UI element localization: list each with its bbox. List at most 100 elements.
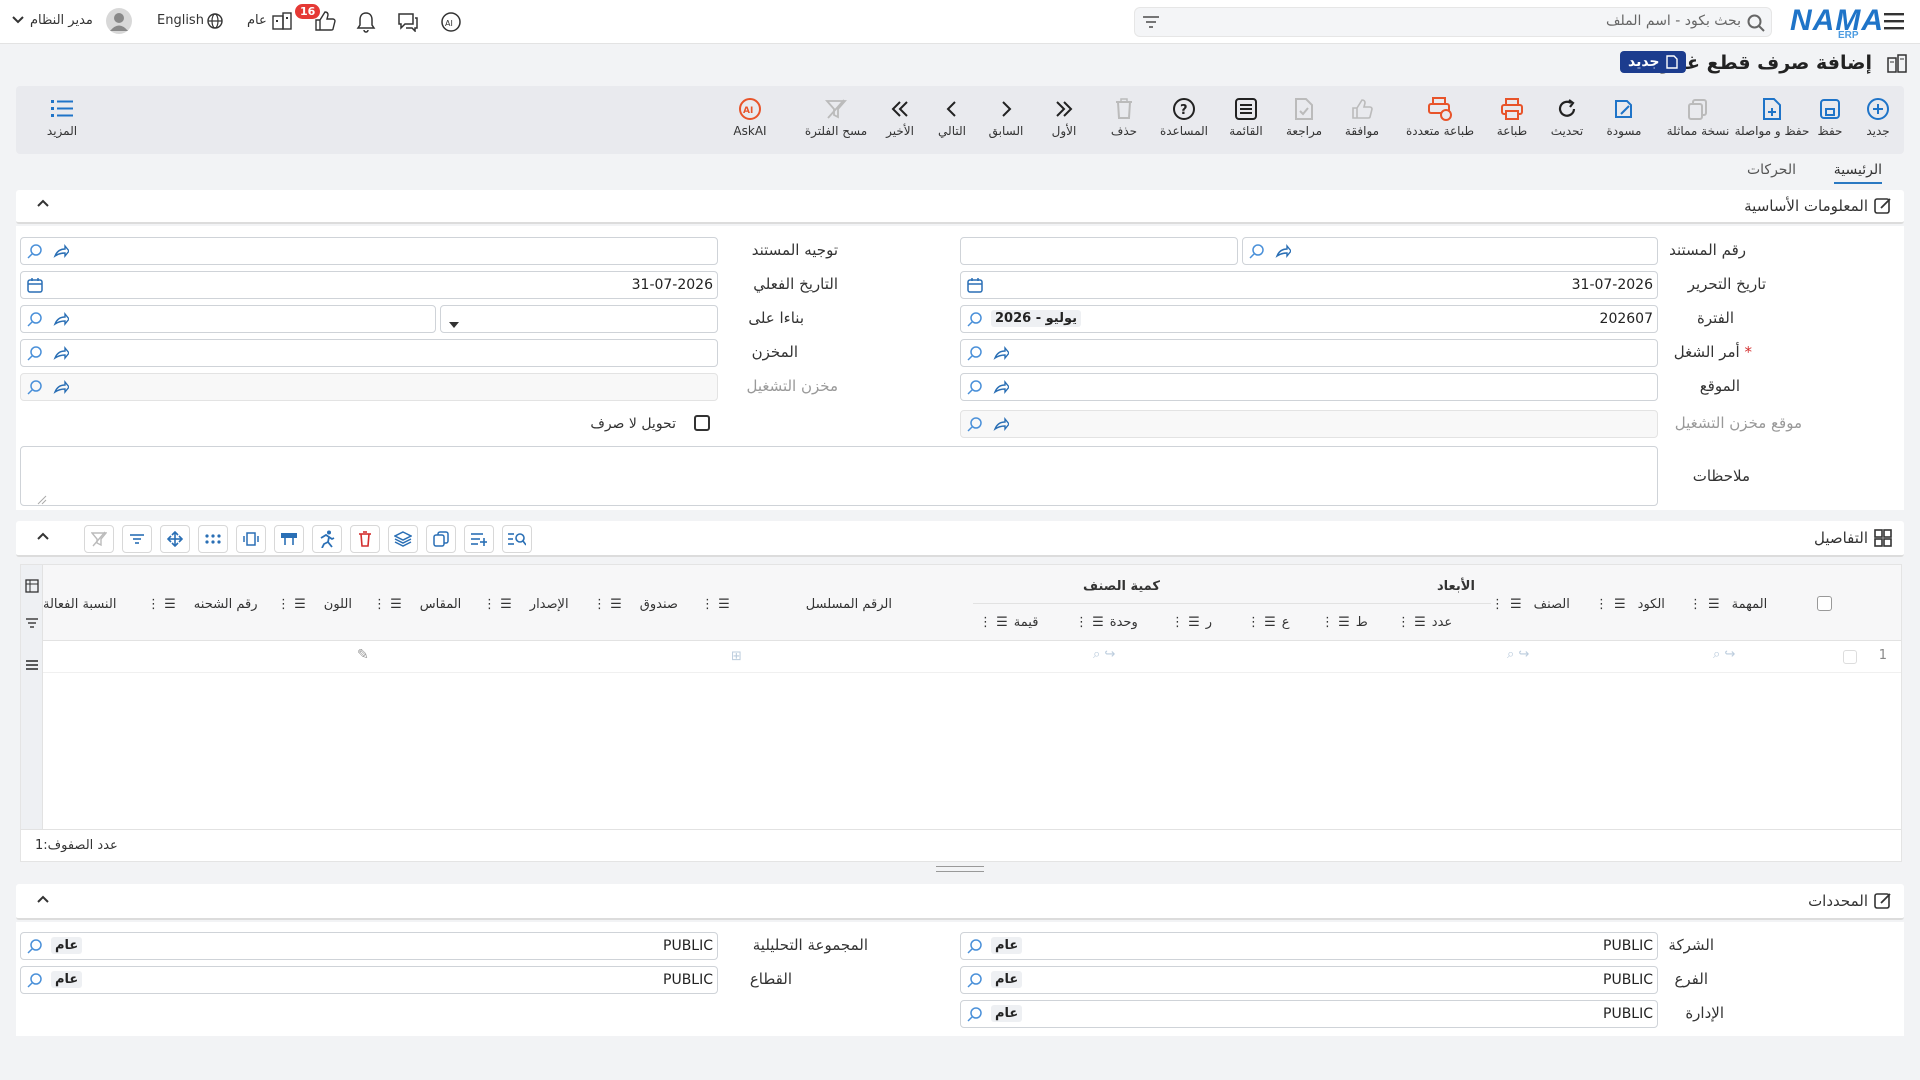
print-button[interactable]: طباعة xyxy=(1480,86,1544,154)
globe-icon[interactable] xyxy=(207,13,223,29)
based-on-select[interactable] xyxy=(440,305,718,333)
basic-info-header[interactable]: المعلومات الأساسية xyxy=(16,190,1904,224)
share-arrow-icon[interactable] xyxy=(993,379,1009,395)
clear-filter-button[interactable]: مسح الفلترة xyxy=(804,86,868,154)
avatar[interactable] xyxy=(106,8,132,34)
search-refresh-icon[interactable] xyxy=(967,972,983,992)
calendar-icon[interactable] xyxy=(967,277,983,297)
serial-grid-icon[interactable]: ⊞ xyxy=(731,649,742,664)
search-refresh-icon[interactable] xyxy=(967,379,983,395)
approve-button[interactable]: موافقة xyxy=(1330,86,1394,154)
first-button[interactable]: الأول xyxy=(1032,86,1096,154)
color-pencil-icon[interactable]: ✎ xyxy=(357,647,369,663)
share-arrow-icon[interactable] xyxy=(993,345,1009,361)
col-size[interactable]: ⋮ ☰ المقاس xyxy=(373,597,461,612)
help-button[interactable]: ? المساعدة xyxy=(1152,86,1216,154)
filter-icon[interactable]: ☰ xyxy=(1708,597,1720,612)
nama-logo[interactable]: NAMA ERP xyxy=(1790,4,1884,41)
search-refresh-icon[interactable] xyxy=(967,416,983,432)
share-arrow-icon[interactable] xyxy=(53,243,69,259)
col-length[interactable]: ⋮ ☰ ط xyxy=(1321,615,1368,630)
grid-run-button[interactable] xyxy=(312,525,342,553)
notes-textarea[interactable] xyxy=(20,446,1658,506)
grid-clear-filter-button[interactable] xyxy=(84,525,114,553)
search-refresh-icon[interactable] xyxy=(27,243,43,259)
columns-toggle-icon[interactable] xyxy=(25,579,39,597)
row-menu-icon[interactable] xyxy=(25,659,39,675)
search-refresh-icon[interactable] xyxy=(27,345,43,361)
op-location-input[interactable] xyxy=(960,410,1658,438)
language-switch[interactable]: English xyxy=(157,13,204,28)
grid-filter-button[interactable] xyxy=(122,525,152,553)
grid-fit-button[interactable] xyxy=(236,525,266,553)
work-order-input[interactable] xyxy=(960,339,1658,367)
grid-search-button[interactable] xyxy=(502,525,532,553)
grid-copy-button[interactable] xyxy=(426,525,456,553)
resize-splitter[interactable] xyxy=(936,866,984,872)
col-batch[interactable]: ⋮ ☰ رقم الشحنه xyxy=(147,597,258,612)
task-lookup-icons[interactable]: ⌕ ↪ xyxy=(1713,647,1735,662)
multi-print-button[interactable]: طباعة متعددة xyxy=(1406,86,1474,154)
transfer-checkbox[interactable] xyxy=(694,415,710,431)
search-refresh-icon[interactable] xyxy=(967,1006,983,1026)
col-serial[interactable]: ⋮ ☰ الرقم المسلسل xyxy=(701,597,892,612)
dropdown-icon[interactable] xyxy=(449,316,459,332)
search-refresh-icon[interactable] xyxy=(27,938,43,958)
chevron-down-icon[interactable] xyxy=(12,16,24,24)
copy-button[interactable]: نسخة مماثلة xyxy=(1666,86,1730,154)
based-on-input[interactable] xyxy=(20,305,436,333)
filter-icon[interactable]: ☰ xyxy=(1510,597,1522,612)
sector-input[interactable]: PUBLIC عام xyxy=(20,966,718,994)
filter-icon[interactable] xyxy=(1143,15,1159,29)
analytic-group-input[interactable]: PUBLIC عام xyxy=(20,932,718,960)
ai-assistant-icon[interactable]: AI xyxy=(440,11,462,33)
col-value[interactable]: ⋮ ☰ قيمة xyxy=(979,615,1038,630)
search-refresh-icon[interactable] xyxy=(27,972,43,992)
delete-button[interactable]: حذف xyxy=(1092,86,1156,154)
grid-layers-button[interactable] xyxy=(388,525,418,553)
col-task[interactable]: ⋮ ☰ المهمة xyxy=(1689,597,1767,612)
search-refresh-icon[interactable] xyxy=(967,938,983,958)
refresh-button[interactable]: تحديث xyxy=(1535,86,1599,154)
table-row[interactable]: 1 ⌕ ↪ ⌕ ↪ ⌕ ↪ ⊞ ✎ xyxy=(43,641,1901,673)
col-box[interactable]: ⋮ ☰ صندوق xyxy=(593,597,678,612)
draft-button[interactable]: مسودة xyxy=(1592,86,1656,154)
side-filter-icon[interactable] xyxy=(25,617,39,633)
chat-icon[interactable] xyxy=(397,12,419,32)
share-arrow-icon[interactable] xyxy=(53,379,69,395)
search-refresh-icon[interactable] xyxy=(27,311,43,327)
share-arrow-icon[interactable] xyxy=(1275,243,1291,259)
item-lookup-icons[interactable]: ⌕ ↪ xyxy=(1507,647,1529,662)
col-count[interactable]: ⋮ ☰ عدد xyxy=(1397,615,1452,630)
col-code[interactable]: ⋮ ☰ الكود xyxy=(1595,597,1665,612)
search-box[interactable]: بحث بكود - اسم الملف xyxy=(1134,7,1772,37)
building-icon[interactable] xyxy=(272,12,292,30)
search-refresh-icon[interactable] xyxy=(1249,243,1265,259)
location-input[interactable] xyxy=(960,373,1658,401)
col-release[interactable]: ⋮ ☰ الإصدار xyxy=(483,597,569,612)
col-unit[interactable]: ⋮ ☰ وحدة xyxy=(1075,615,1138,630)
branch-input[interactable]: PUBLIC عام xyxy=(960,966,1658,994)
op-warehouse-input[interactable] xyxy=(20,373,718,401)
col-item[interactable]: ⋮ ☰ الصنف xyxy=(1491,597,1570,612)
collapse-icon[interactable] xyxy=(36,529,50,545)
grid-delete-button[interactable] xyxy=(350,525,380,553)
col-height[interactable]: ⋮ ☰ ر xyxy=(1171,615,1212,630)
grid-add-lines-button[interactable] xyxy=(464,525,494,553)
grid-move-button[interactable] xyxy=(160,525,190,553)
col-color[interactable]: ⋮ ☰ اللون xyxy=(277,597,352,612)
edit-date-input[interactable]: 31-07-2026 xyxy=(960,271,1658,299)
list-button[interactable]: القائمة xyxy=(1214,86,1278,154)
save-continue-button[interactable]: حفظ و مواصلة xyxy=(1735,86,1809,154)
share-arrow-icon[interactable] xyxy=(993,416,1009,432)
tab-main[interactable]: الرئيسية xyxy=(1833,162,1882,184)
actual-date-input[interactable]: 31-07-2026 xyxy=(20,271,718,299)
grid-table-button[interactable] xyxy=(274,525,304,553)
doc-no-input[interactable] xyxy=(1242,237,1658,265)
collapse-icon[interactable] xyxy=(36,196,50,212)
user-name[interactable]: مدير النظام xyxy=(30,13,93,28)
collapse-icon[interactable] xyxy=(36,892,50,908)
period-input[interactable]: 202607 2026 - يوليو xyxy=(960,305,1658,333)
search-refresh-icon[interactable] xyxy=(27,379,43,395)
save-button[interactable]: حفظ xyxy=(1798,86,1862,154)
